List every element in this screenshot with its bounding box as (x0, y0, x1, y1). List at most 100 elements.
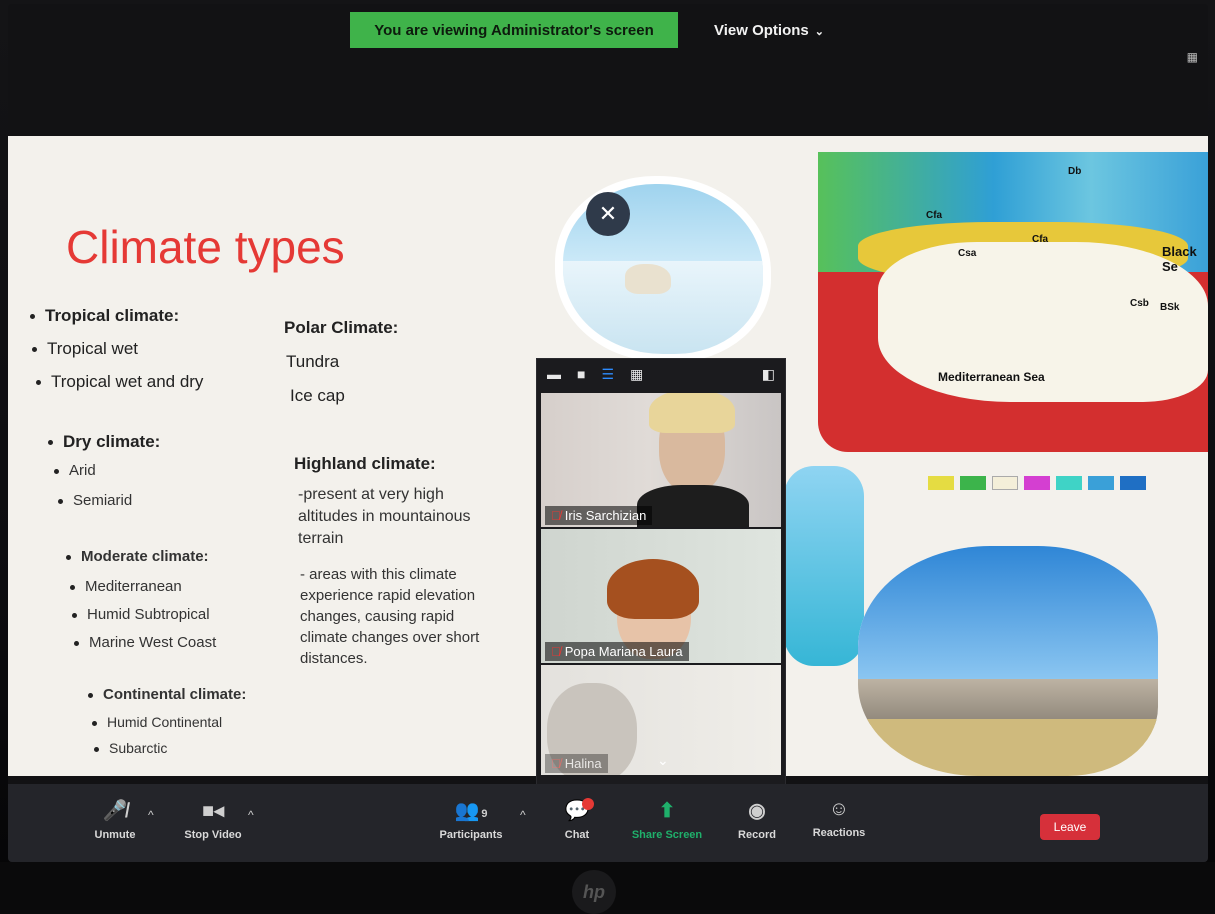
continental-heading: Continental climate: (88, 686, 246, 703)
map-label-sea: Mediterranean Sea (938, 370, 1045, 384)
paragraph-line: altitudes in mountainous (298, 508, 471, 525)
view-options-button[interactable]: View Options ⌄ (714, 22, 824, 39)
map-zone-label: Csb (1130, 298, 1149, 309)
list-item: Humid Subtropical (72, 606, 210, 623)
leave-button[interactable]: Leave (1040, 814, 1100, 840)
bullet-icon (32, 347, 37, 353)
highland-paragraph-1: -present at very high altitudes in mount… (298, 484, 471, 550)
bullet-icon (58, 498, 63, 504)
participant-clothing (637, 485, 749, 527)
view-options-label: View Options (714, 22, 809, 39)
reactions-button[interactable]: ☺ Reactions (794, 798, 884, 839)
meeting-toolbar: 🎤̸ Unmute ^ ■◂ Stop Video ^ 👥 9 Participants… (8, 784, 1208, 862)
record-button[interactable]: ◉ Record (712, 798, 802, 841)
bullet-icon (30, 314, 35, 320)
video-options-caret-icon[interactable]: ^ (248, 808, 254, 822)
chevron-down-icon[interactable]: ⌄ (657, 752, 669, 769)
map-zone-label: Db (1068, 166, 1082, 177)
bullet-icon (48, 440, 53, 446)
bullet-icon (72, 612, 77, 618)
paragraph-line: -present at very high (298, 486, 444, 503)
minimize-icon[interactable]: ▬ (547, 366, 561, 382)
bullet-icon (70, 584, 75, 590)
reactions-icon: ☺ (828, 798, 850, 820)
gallery-view-icon[interactable]: ▦ (1187, 50, 1198, 64)
participant-tile[interactable]: 🎙̸ Halina ⌄ (541, 665, 781, 775)
dry-heading: Dry climate: (48, 432, 160, 452)
participants-options-caret-icon[interactable]: ^ (520, 808, 526, 822)
bullet-icon (92, 720, 97, 726)
badlands-image (858, 546, 1158, 776)
bullet-icon (88, 692, 93, 698)
paragraph-line: - areas with this climate (300, 566, 457, 583)
audio-options-caret-icon[interactable]: ^ (148, 808, 154, 822)
paragraph-line: experience rapid elevation (300, 587, 476, 604)
close-icon[interactable]: ✕ (586, 192, 630, 236)
share-screen-icon: ⬆ (658, 800, 676, 822)
mic-off-icon: 🎙̸ (551, 508, 561, 523)
legend-swatch (1024, 476, 1050, 490)
legend-swatch (992, 476, 1018, 490)
bullet-icon (66, 554, 71, 560)
mic-muted-icon: 🎤̸ (102, 800, 128, 822)
share-screen-button[interactable]: ⬆ Share Screen (622, 798, 712, 841)
thumbnail-view-icon[interactable]: ■ (577, 366, 585, 382)
slide-title: Climate types (66, 221, 345, 273)
participant-name: 🎙̸ Iris Sarchizian (545, 506, 653, 525)
map-zone-label: Cfa (1032, 234, 1049, 245)
participants-button[interactable]: 👥 9 Participants (426, 798, 516, 841)
laptop-bezel: hp (0, 862, 1215, 914)
list-item: Tropical wet and dry (36, 372, 203, 392)
legend-swatch (960, 476, 986, 490)
beach-image (784, 466, 864, 666)
viewing-banner: You are viewing Administrator's screen (350, 12, 678, 48)
video-panel: ▬ ■ ☰ ▦ ◧ 🎙̸ Iris Sarchizian 🎙̸ Popa Maria… (536, 358, 786, 786)
pop-out-icon[interactable]: ◧ (762, 366, 775, 383)
list-item: Mediterranean (70, 578, 182, 595)
participant-name: 🎙̸ Popa Mariana Laura (545, 642, 689, 661)
list-item: Humid Continental (92, 714, 222, 730)
list-item: Semiarid (58, 492, 132, 509)
unmute-button[interactable]: 🎤̸ Unmute (70, 798, 160, 841)
participant-name: 🎙̸ Halina (545, 754, 608, 773)
paragraph-line: distances. (300, 650, 368, 667)
moderate-heading: Moderate climate: (66, 548, 209, 565)
participant-tile[interactable]: 🎙̸ Iris Sarchizian (541, 393, 781, 527)
gallery-view-icon[interactable]: ▦ (630, 366, 643, 383)
unmute-label: Unmute (94, 829, 136, 841)
chat-button[interactable]: 💬 Chat (532, 798, 622, 841)
stop-video-button[interactable]: ■◂ Stop Video (168, 798, 258, 841)
map-zone-label: Csa (958, 248, 977, 259)
bullet-icon (94, 746, 99, 752)
highland-heading: Highland climate: (294, 454, 436, 473)
reactions-label: Reactions (812, 827, 866, 839)
chat-bubble-icon: 💬 (564, 800, 590, 822)
zoom-screen: You are viewing Administrator's screen V… (8, 4, 1208, 862)
laptop-brand-logo: hp (572, 870, 616, 914)
record-icon: ◉ (748, 800, 766, 822)
legend-swatch (1120, 476, 1146, 490)
monitor: You are viewing Administrator's screen V… (0, 0, 1215, 914)
bullet-icon (74, 640, 79, 646)
list-item: Tundra (286, 352, 340, 371)
record-label: Record (738, 829, 776, 841)
polar-heading: Polar Climate: (284, 318, 399, 337)
speaker-view-icon[interactable]: ☰ (601, 366, 614, 383)
chat-notification-badge (582, 798, 594, 810)
video-camera-icon: ■◂ (201, 800, 225, 822)
legend-swatch (928, 476, 954, 490)
list-item: Ice cap (290, 386, 345, 405)
polar-bear-figure (625, 264, 671, 294)
mic-off-icon: 🎙̸ (551, 644, 561, 659)
tropical-heading: Tropical climate: (30, 306, 179, 326)
participants-icon: 👥 9 (454, 800, 488, 822)
participants-count: 9 (481, 808, 488, 820)
chat-label: Chat (564, 829, 590, 841)
participant-tile[interactable]: 🎙̸ Popa Mariana Laura (541, 529, 781, 663)
mic-off-icon: 🎙̸ (551, 756, 561, 771)
paragraph-line: terrain (298, 530, 344, 547)
legend-swatch (1088, 476, 1114, 490)
paragraph-line: climate changes over short (300, 629, 480, 646)
legend-swatch (1056, 476, 1082, 490)
list-item: Subarctic (94, 740, 167, 756)
